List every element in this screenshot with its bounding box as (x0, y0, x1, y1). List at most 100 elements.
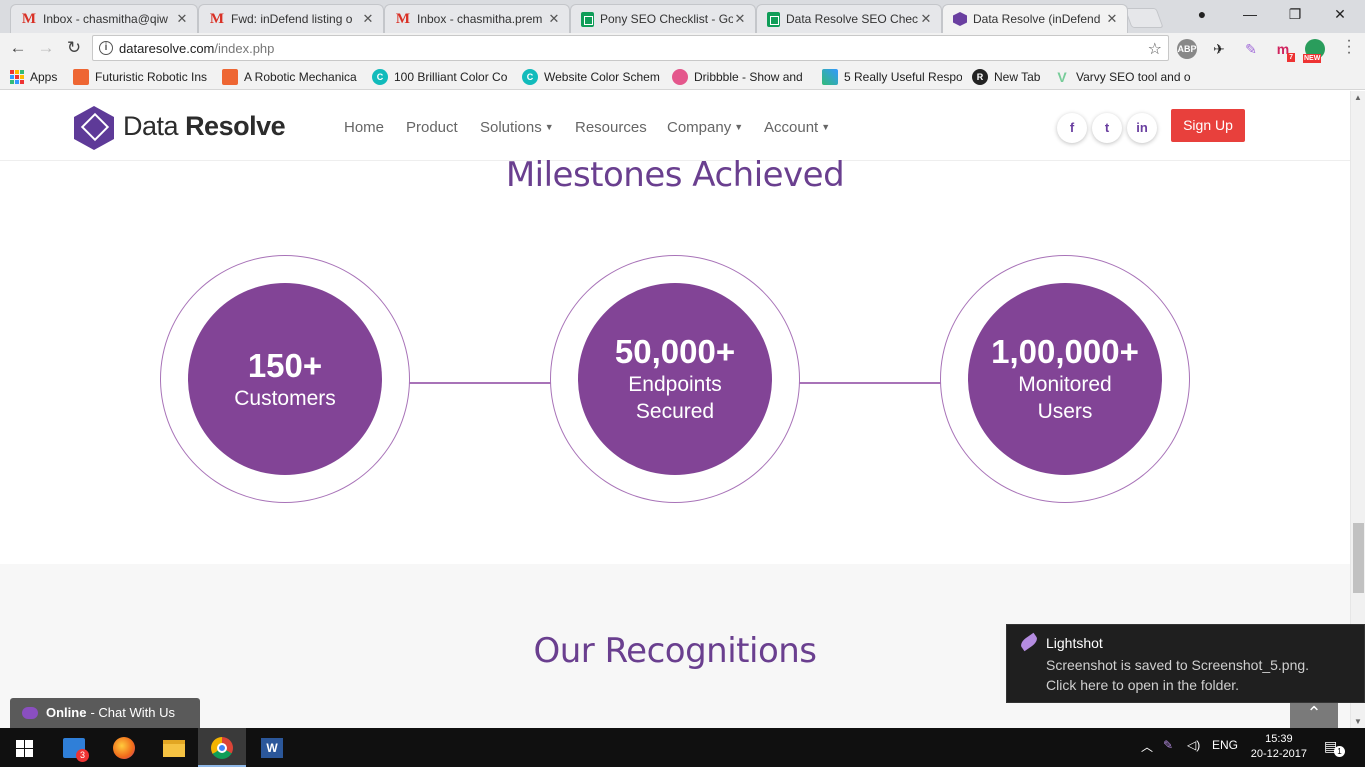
data-resolve-icon (953, 12, 967, 26)
chat-bubble-icon (22, 707, 38, 719)
apps-grid-icon (10, 70, 24, 84)
milestone-endpoints: 50,000+ Endpoints Secured (578, 283, 772, 475)
bookmark-color-combos[interactable]: C 100 Brilliant Color Co (372, 68, 512, 86)
lightshot-extension-icon[interactable]: ✎ (1241, 39, 1261, 59)
restore-icon[interactable]: ❐ (1280, 4, 1310, 26)
close-tab-icon[interactable]: ✕ (733, 11, 747, 27)
nav-company[interactable]: Company ▼ (667, 119, 743, 136)
tray-chevron-up-icon[interactable]: ︿ (1141, 738, 1153, 755)
windows-taskbar: 3 W ︿ ✎ ◁) ENG 15:39 20-12-2017 ▤ 1 (0, 728, 1365, 767)
browser-tab-3[interactable]: M Inbox - chasmitha.prem ✕ (384, 4, 570, 33)
facebook-icon[interactable]: f (1057, 113, 1087, 143)
word-icon[interactable]: W (258, 734, 286, 762)
minimize-icon[interactable]: — (1235, 4, 1265, 26)
bookmark-useful-responsive[interactable]: 5 Really Useful Respo (822, 68, 962, 86)
reload-icon[interactable]: ↻ (62, 36, 86, 60)
site-header: Data Resolve Home Product Solutions ▼ Res… (0, 91, 1350, 161)
back-to-top-button[interactable]: ⌃ (1290, 703, 1338, 728)
bookmark-new-tab[interactable]: R New Tab (972, 68, 1052, 86)
close-tab-icon[interactable]: ✕ (361, 11, 375, 27)
close-tab-icon[interactable]: ✕ (919, 11, 933, 27)
milestone-connector (799, 382, 941, 384)
close-window-icon[interactable]: ✕ (1325, 4, 1355, 26)
browser-tab-5[interactable]: Data Resolve SEO Chec ✕ (756, 4, 942, 33)
url-text: dataresolve.com/index.php (119, 41, 275, 56)
adblock-extension-icon[interactable]: ABP (1177, 39, 1197, 59)
file-explorer-icon[interactable] (160, 734, 188, 762)
grammarly-extension-icon[interactable]: NEW (1303, 39, 1325, 63)
back-arrow-icon[interactable]: ← (6, 36, 30, 60)
milestone-label: Secured (635, 400, 715, 423)
data-resolve-logo-icon[interactable] (74, 106, 114, 150)
sheets-icon (581, 11, 594, 27)
sign-up-button[interactable]: Sign Up (1171, 109, 1245, 142)
forward-arrow-icon[interactable]: → (34, 36, 58, 60)
site-logo-text[interactable]: Data Resolve (123, 111, 286, 142)
close-tab-icon[interactable]: ✕ (1105, 11, 1119, 27)
bookmark-robotic-mechanical[interactable]: A Robotic Mechanica (222, 68, 362, 86)
gmail-icon: M (395, 10, 411, 27)
milestone-label: Users (1037, 400, 1093, 423)
tray-volume-icon[interactable]: ◁) (1187, 738, 1200, 752)
chrome-icon[interactable] (208, 734, 236, 762)
taskbar-badge: 3 (76, 749, 89, 762)
tray-lightshot-icon[interactable]: ✎ (1163, 738, 1173, 752)
scrollbar-thumb[interactable] (1353, 523, 1364, 593)
info-icon[interactable]: i (99, 41, 113, 55)
nav-solutions[interactable]: Solutions ▼ (480, 119, 554, 136)
milestone-users: 1,00,000+ Monitored Users (968, 283, 1162, 475)
nav-product[interactable]: Product (406, 119, 458, 136)
caret-down-icon: ▼ (821, 122, 831, 132)
bookmark-website-color-schemes[interactable]: C Website Color Schem (522, 68, 662, 86)
m-extension-icon[interactable]: m7 (1273, 39, 1295, 62)
milestone-label: Customers (234, 386, 336, 410)
close-tab-icon[interactable]: ✕ (175, 11, 189, 27)
nav-home[interactable]: Home (344, 119, 384, 136)
action-center-icon[interactable]: ▤ 1 (1324, 738, 1345, 757)
bookmark-star-icon[interactable]: ☆ (1148, 39, 1162, 59)
milestone-label: Endpoints (628, 373, 722, 396)
milestone-connector (409, 382, 551, 384)
bird-extension-icon[interactable]: ✈ (1209, 39, 1229, 59)
milestone-number: 1,00,000+ (991, 333, 1139, 370)
firefox-icon[interactable] (110, 734, 138, 762)
tray-language[interactable]: ENG (1212, 738, 1238, 752)
bookmarks-bar: Apps Futuristic Robotic Ins A Robotic Me… (0, 63, 1365, 90)
browser-tab-4[interactable]: Pony SEO Checklist - Go ✕ (570, 4, 756, 33)
bookmark-apps[interactable]: Apps (10, 68, 70, 86)
r-logo-icon: R (972, 69, 988, 85)
scroll-down-icon[interactable]: ▼ (1354, 717, 1362, 726)
chat-widget-tab[interactable]: Online - Chat With Us (10, 698, 200, 728)
bookmark-varvy[interactable]: V Varvy SEO tool and o (1054, 68, 1194, 86)
store-app-icon[interactable]: 3 (60, 734, 89, 762)
browser-menu-icon[interactable]: · · · (1345, 33, 1353, 61)
tab-strip: M Inbox - chasmitha@qiw ✕ M Fwd: inDefen… (0, 0, 1365, 33)
windows-start-icon[interactable] (10, 734, 38, 762)
browser-tab-1[interactable]: M Inbox - chasmitha@qiw ✕ (10, 4, 198, 33)
tray-clock[interactable]: 15:39 20-12-2017 (1251, 732, 1307, 762)
twitter-icon[interactable]: t (1092, 113, 1122, 143)
linkedin-icon[interactable]: in (1127, 113, 1157, 143)
browser-tab-6-active[interactable]: Data Resolve (inDefend ✕ (942, 4, 1128, 33)
browser-toolbar: ← → ↻ i dataresolve.com/index.php ☆ ABP … (0, 33, 1365, 63)
lightshot-feather-icon (1018, 632, 1040, 652)
caret-down-icon: ▼ (544, 122, 554, 132)
close-tab-icon[interactable]: ✕ (547, 11, 561, 27)
address-bar[interactable]: i dataresolve.com/index.php ☆ (92, 35, 1169, 61)
notification-line-2: Click here to open in the folder. (1046, 677, 1240, 693)
varvy-v-icon: V (1057, 69, 1067, 85)
dribbble-icon (672, 69, 688, 85)
nav-resources[interactable]: Resources (575, 119, 647, 136)
bookmark-futuristic-robotic[interactable]: Futuristic Robotic Ins (73, 68, 213, 86)
milestones-title: Milestones Achieved (505, 155, 845, 195)
milestone-number: 50,000+ (614, 333, 736, 370)
nav-account[interactable]: Account ▼ (764, 119, 830, 136)
sheets-icon (767, 11, 780, 27)
browser-tab-2[interactable]: M Fwd: inDefend listing o ✕ (198, 4, 384, 33)
stripes-icon (822, 69, 838, 85)
profile-icon[interactable]: ● (1187, 4, 1217, 26)
bookmark-dribbble[interactable]: Dribbble - Show and (672, 68, 812, 86)
lightshot-notification[interactable]: Lightshot Screenshot is saved to Screens… (1006, 624, 1365, 703)
new-tab-button[interactable] (1124, 8, 1164, 28)
scroll-up-icon[interactable]: ▲ (1354, 93, 1362, 102)
